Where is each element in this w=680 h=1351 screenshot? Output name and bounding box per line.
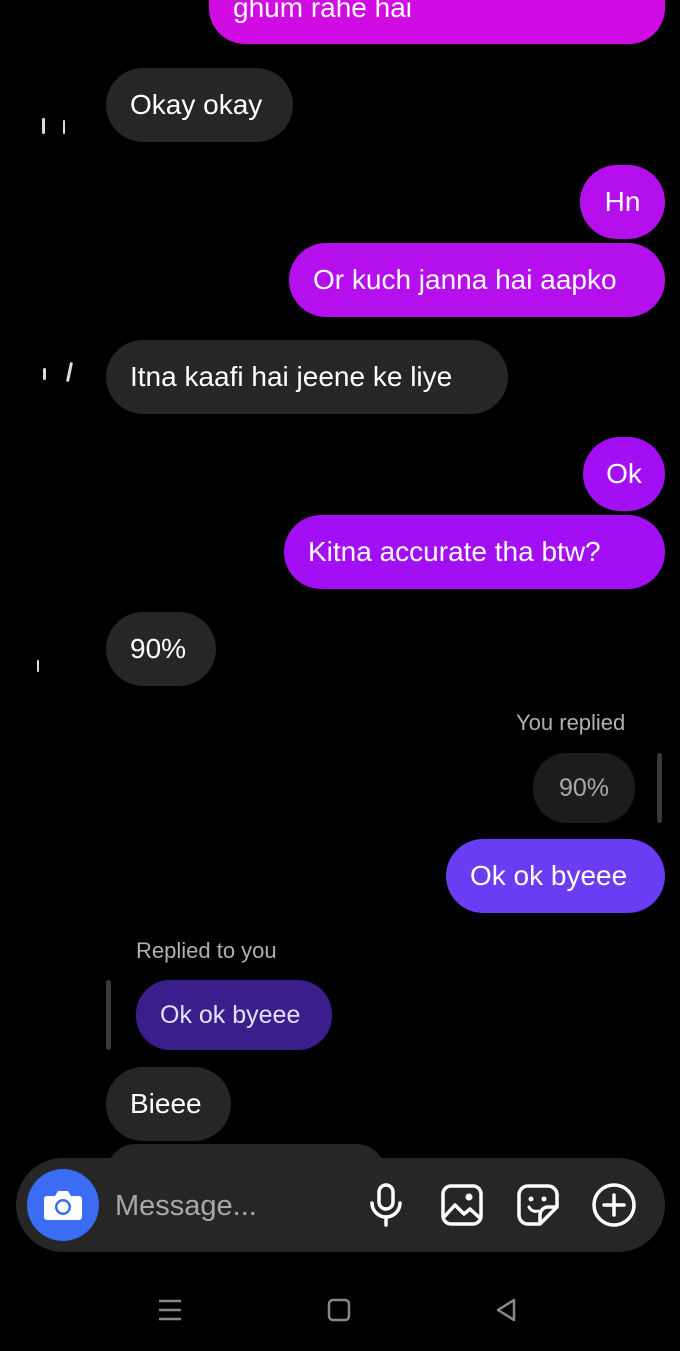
sticker-button[interactable] xyxy=(514,1181,562,1229)
message-text: Kitna accurate tha btw? xyxy=(308,536,601,567)
reply-label: Replied to you xyxy=(136,938,277,963)
avatar xyxy=(37,660,39,672)
avatar xyxy=(63,120,65,134)
message-sent[interactable]: Kitna accurate tha btw? xyxy=(284,515,665,589)
message-sent[interactable]: Ok ok byeee xyxy=(446,839,665,913)
reply-indicator-bar xyxy=(106,980,111,1050)
message-received[interactable]: Itna kaafi hai jeene ke liye xyxy=(106,340,508,414)
quote-text: 90% xyxy=(558,773,610,802)
message-text: Bieee xyxy=(130,1088,202,1119)
message-text: Or kuch janna hai aapko xyxy=(313,264,617,295)
message-sent[interactable]: Or kuch janna hai aapko xyxy=(289,243,665,317)
nav-menu-button[interactable] xyxy=(150,1290,190,1330)
message-text: Itna kaafi hai jeene ke liye xyxy=(130,361,453,392)
reply-quote[interactable]: Ok ok byeee xyxy=(136,980,332,1050)
message-sent[interactable]: Hn xyxy=(580,165,665,239)
microphone-icon xyxy=(370,1183,402,1227)
home-icon xyxy=(327,1298,351,1322)
reply-quote[interactable]: 90% xyxy=(533,753,635,823)
message-composer xyxy=(16,1158,665,1252)
message-text: 90% xyxy=(130,633,187,664)
gallery-icon xyxy=(441,1184,483,1226)
reply-indicator-bar xyxy=(657,753,662,823)
nav-home-button[interactable] xyxy=(319,1290,359,1330)
message-text: ghum rahe hai xyxy=(233,0,413,23)
message-text: Hn xyxy=(604,186,641,217)
avatar xyxy=(42,118,45,134)
message-text: Ok ok byeee xyxy=(470,860,628,891)
message-text: Ok xyxy=(606,458,642,489)
message-input[interactable] xyxy=(113,1183,357,1229)
message-received[interactable]: Bieee xyxy=(106,1067,231,1141)
gallery-button[interactable] xyxy=(438,1181,486,1229)
back-icon xyxy=(496,1298,516,1322)
camera-button[interactable] xyxy=(27,1169,99,1241)
camera-icon xyxy=(44,1191,82,1220)
message-received[interactable]: 90% xyxy=(106,612,216,686)
menu-icon xyxy=(159,1299,181,1321)
message-received[interactable]: Okay okay xyxy=(106,68,293,142)
message-sent[interactable]: ghum rahe hai xyxy=(209,0,665,44)
avatar xyxy=(65,361,74,383)
microphone-button[interactable] xyxy=(362,1181,410,1229)
avatar xyxy=(43,368,46,380)
add-button[interactable] xyxy=(590,1181,638,1229)
quote-text: Ok ok byeee xyxy=(160,1000,301,1029)
sticker-icon xyxy=(517,1184,559,1226)
nav-back-button[interactable] xyxy=(486,1290,526,1330)
reply-label: You replied xyxy=(516,710,626,735)
add-icon xyxy=(592,1183,636,1227)
message-sent[interactable]: Ok xyxy=(583,437,665,511)
message-text: Okay okay xyxy=(130,89,263,120)
